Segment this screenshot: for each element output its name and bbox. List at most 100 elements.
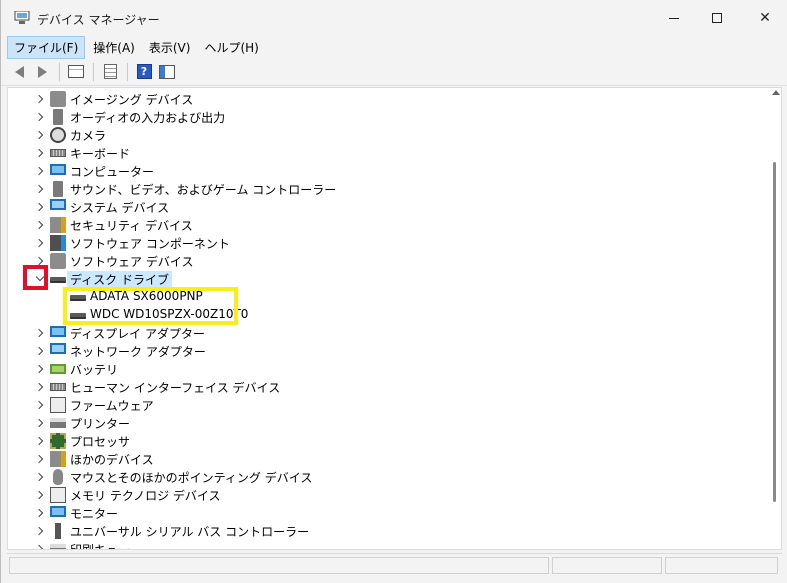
chevron-right-icon[interactable] [34, 237, 46, 249]
chevron-right-icon[interactable] [34, 543, 46, 549]
mouse-icon [53, 469, 63, 485]
tree-item-label: サウンド、ビデオ、およびゲーム コントローラー [70, 183, 337, 197]
tree-item-label: プロセッサ [70, 435, 131, 449]
print-queue-icon [50, 544, 66, 549]
tree-item[interactable]: ヒューマン インターフェイス デバイス [8, 378, 763, 396]
tree-item[interactable]: ネットワーク アダプター [8, 342, 763, 360]
tree-item[interactable]: ほかのデバイス [8, 450, 763, 468]
vertical-scrollbar[interactable] [769, 88, 782, 549]
display-adapter-icon [50, 326, 66, 337]
chevron-right-icon[interactable] [34, 507, 46, 519]
chevron-right-icon[interactable] [34, 345, 46, 357]
chevron-right-icon[interactable] [34, 525, 46, 537]
back-button[interactable] [9, 62, 29, 82]
keyboard-icon [50, 149, 66, 157]
chevron-right-icon[interactable] [34, 381, 46, 393]
chevron-right-icon[interactable] [34, 93, 46, 105]
tree-item-label: ヒューマン インターフェイス デバイス [70, 381, 281, 395]
tree-item[interactable]: ソフトウェア デバイス [8, 252, 763, 270]
tree-item[interactable]: プリンター [8, 414, 763, 432]
maximize-icon [712, 13, 722, 23]
computer-icon [50, 164, 66, 175]
status-segment [9, 557, 549, 574]
tree-item[interactable]: プロセッサ [8, 432, 763, 450]
chevron-right-icon[interactable] [34, 471, 46, 483]
sound-icon [53, 181, 63, 197]
close-icon: ✕ [759, 10, 771, 26]
menu-action[interactable]: 操作(A) [87, 37, 141, 58]
maximize-button[interactable] [694, 0, 740, 36]
tree-item-label: コンピューター [70, 165, 155, 179]
tree-item[interactable]: マウスとそのほかのポインティング デバイス [8, 468, 763, 486]
menu-help[interactable]: ヘルプ(H) [198, 37, 264, 58]
tree-item[interactable]: ファームウェア [8, 396, 763, 414]
scroll-thumb[interactable] [773, 162, 776, 502]
tree-item[interactable]: コンピューター [8, 162, 763, 180]
tree-item[interactable]: ソフトウェア コンポーネント [8, 234, 763, 252]
menu-view[interactable]: 表示(V) [143, 37, 197, 58]
close-button[interactable]: ✕ [742, 0, 787, 36]
system-icon [50, 199, 66, 210]
tree-item[interactable]: ディスプレイ アダプター [8, 324, 763, 342]
tree-item-label: モニター [70, 507, 119, 521]
show-hide-console-tree-button[interactable] [66, 62, 86, 82]
chevron-right-icon[interactable] [34, 363, 46, 375]
status-segment [552, 557, 662, 574]
minimize-button[interactable] [651, 0, 697, 36]
tree-item-label: イメージング デバイス [70, 93, 194, 107]
toolbar-separator [59, 62, 60, 81]
device-manager-window: デバイス マネージャー ✕ ファイル(F) 操作(A) 表示(V) ヘルプ(H) [0, 0, 787, 583]
chevron-right-icon[interactable] [34, 219, 46, 231]
forward-button[interactable] [32, 62, 52, 82]
tree-item-disk-drives[interactable]: ディスク ドライブ [8, 270, 763, 288]
tree-item[interactable]: ユニバーサル シリアル バス コントローラー [8, 522, 763, 540]
chevron-right-icon[interactable] [34, 489, 46, 501]
scroll-up-icon[interactable] [772, 90, 780, 95]
tree-item[interactable]: サウンド、ビデオ、およびゲーム コントローラー [8, 180, 763, 198]
tree-item[interactable]: キーボード [8, 144, 763, 162]
chevron-right-icon[interactable] [34, 111, 46, 123]
help-button[interactable]: ? [134, 62, 154, 82]
chevron-right-icon[interactable] [34, 399, 46, 411]
highlight-disk-drives [63, 287, 238, 325]
device-manager-app-icon [14, 11, 30, 24]
memory-icon [50, 487, 66, 503]
menu-file[interactable]: ファイル(F) [7, 35, 86, 59]
tree-item-label: システム デバイス [70, 201, 170, 215]
tree-item-label: ユニバーサル シリアル バス コントローラー [70, 525, 310, 539]
tree-item[interactable]: イメージング デバイス [8, 90, 763, 108]
disk-drive-icon [50, 277, 66, 283]
chevron-right-icon[interactable] [34, 201, 46, 213]
action-pane-button[interactable] [157, 62, 177, 82]
chevron-right-icon[interactable] [34, 165, 46, 177]
tree-item[interactable]: メモリ テクノロジ デバイス [8, 486, 763, 504]
tree-item-label: バッテリ [70, 363, 119, 377]
tree-item[interactable]: バッテリ [8, 360, 763, 378]
chevron-right-icon[interactable] [34, 417, 46, 429]
chevron-right-icon[interactable] [34, 147, 46, 159]
tree-item-label: プリンター [70, 417, 131, 431]
other-devices-icon [50, 451, 66, 467]
tree-item[interactable]: セキュリティ デバイス [8, 216, 763, 234]
properties-list-button[interactable] [100, 62, 120, 82]
chevron-right-icon[interactable] [34, 129, 46, 141]
tree-item[interactable]: モニター [8, 504, 763, 522]
tree-item-label: ファームウェア [70, 399, 154, 413]
tree-item-label: ソフトウェア コンポーネント [70, 237, 230, 251]
chevron-right-icon[interactable] [34, 453, 46, 465]
chevron-right-icon[interactable] [34, 327, 46, 339]
software-device-icon [50, 253, 66, 269]
tree-item-label: ネットワーク アダプター [70, 345, 206, 359]
chevron-right-icon[interactable] [34, 435, 46, 447]
printer-icon [50, 418, 66, 428]
title-bar[interactable]: デバイス マネージャー ✕ [1, 0, 787, 36]
arrow-left-icon [14, 65, 24, 78]
tree-item-label: オーディオの入力および出力 [70, 111, 226, 125]
tree-item[interactable]: カメラ [8, 126, 763, 144]
speaker-icon [53, 109, 63, 125]
chevron-right-icon[interactable] [34, 183, 46, 195]
console-tree-icon [68, 65, 84, 78]
tree-item[interactable]: 印刷キュー [8, 540, 763, 549]
tree-item[interactable]: オーディオの入力および出力 [8, 108, 763, 126]
tree-item[interactable]: システム デバイス [8, 198, 763, 216]
